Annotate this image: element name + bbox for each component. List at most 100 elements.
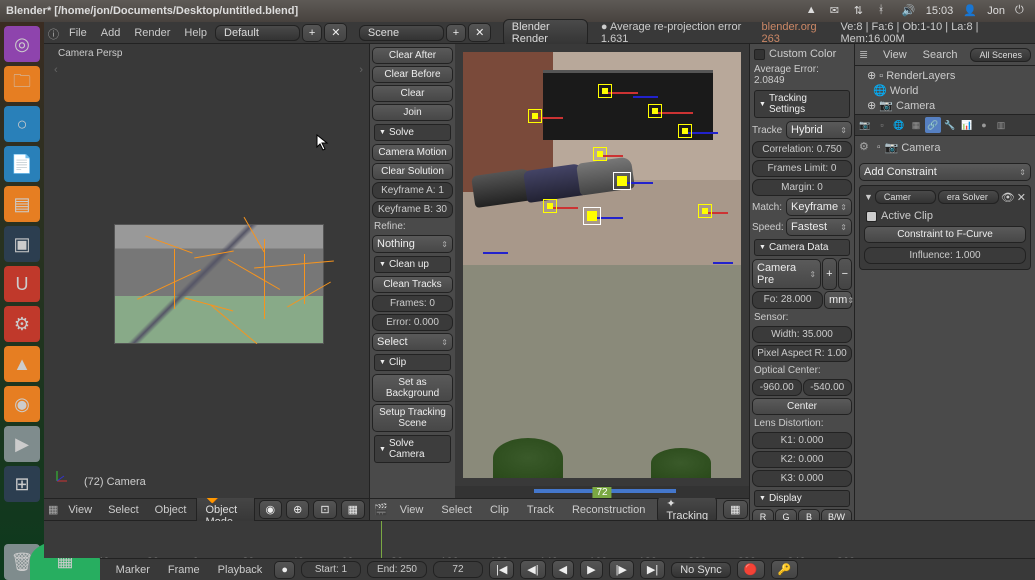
dash-icon[interactable]: ◎ bbox=[4, 26, 40, 62]
chromium-icon[interactable]: ○ bbox=[4, 106, 40, 142]
writer-icon[interactable]: 📄 bbox=[4, 146, 40, 182]
outliner-filter[interactable]: All Scenes bbox=[970, 48, 1031, 62]
clip-section-header[interactable]: Clip bbox=[374, 354, 451, 371]
clip-menu-view[interactable]: View bbox=[394, 502, 430, 518]
track-marker[interactable] bbox=[648, 104, 662, 118]
vp-menu-view[interactable]: View bbox=[62, 502, 98, 518]
match-select[interactable]: Keyframe bbox=[786, 198, 852, 216]
keying-set-button[interactable]: 🔑 bbox=[771, 560, 799, 579]
timeline-menu-playback[interactable]: Playback bbox=[212, 562, 269, 578]
collapse-icon[interactable]: ‹ bbox=[54, 64, 58, 76]
collapse-icon[interactable]: › bbox=[359, 64, 363, 76]
close-icon[interactable]: ✕ bbox=[1017, 191, 1026, 204]
eye-icon[interactable]: 👁 bbox=[1001, 191, 1015, 204]
k3-field[interactable]: K3: 0.000 bbox=[752, 470, 852, 487]
sync-mode-select[interactable]: No Sync bbox=[671, 562, 731, 578]
bluetooth-icon[interactable]: ᚼ bbox=[878, 4, 892, 18]
tab-scene-icon[interactable]: ▫ bbox=[874, 117, 890, 133]
clip-menu-select[interactable]: Select bbox=[435, 502, 478, 518]
preset-add-button[interactable]: + bbox=[822, 258, 836, 290]
constraint-name-field[interactable]: Camer bbox=[875, 190, 936, 204]
layout-remove-button[interactable]: ✕ bbox=[324, 23, 347, 42]
collapse-icon[interactable]: ▼ bbox=[864, 192, 873, 202]
ubuntu-one-icon[interactable]: U bbox=[4, 266, 40, 302]
clip-menu-reconstruction[interactable]: Reconstruction bbox=[566, 502, 651, 518]
layout-add-button[interactable]: + bbox=[302, 24, 322, 42]
pixel-aspect-field[interactable]: Pixel Aspect R: 1.00 bbox=[752, 345, 852, 362]
keyframe-a-field[interactable]: Keyframe A: 1 bbox=[372, 182, 453, 199]
set-background-button[interactable]: Set as Background bbox=[372, 374, 453, 402]
outliner-tree[interactable]: ⊕ ▫ RenderLayers 🌐 World ⊕ 📷 Camera bbox=[855, 66, 1035, 114]
track-marker[interactable] bbox=[593, 147, 607, 161]
setup-tracking-scene-button[interactable]: Setup Tracking Scene bbox=[372, 404, 453, 432]
breadcrumb-object[interactable]: 📷 Camera bbox=[885, 141, 941, 154]
layout-selector[interactable]: Default bbox=[215, 25, 300, 41]
clean-tracks-button[interactable]: Clean Tracks bbox=[372, 276, 453, 293]
play-button[interactable]: ▶ bbox=[580, 560, 602, 579]
editor-type-icon[interactable]: ⚙ bbox=[859, 140, 873, 154]
track-marker[interactable] bbox=[528, 109, 542, 123]
movie-canvas[interactable] bbox=[463, 52, 741, 478]
tab-render-icon[interactable]: 📷 bbox=[857, 117, 873, 133]
custom-color-checkbox[interactable]: Custom Color bbox=[754, 48, 850, 60]
frames-limit-field[interactable]: Frames Limit: 0 bbox=[752, 160, 852, 177]
clear-solution-button[interactable]: Clear Solution bbox=[372, 163, 453, 180]
clip-menu-clip[interactable]: Clip bbox=[484, 502, 515, 518]
constraint-type-field[interactable]: era Solver bbox=[938, 190, 999, 204]
auto-keyframe-button[interactable]: ● bbox=[274, 561, 295, 579]
record-button[interactable]: 🔴 bbox=[737, 560, 765, 579]
channel-b-button[interactable]: B bbox=[798, 509, 820, 520]
volume-icon[interactable]: 🔊 bbox=[902, 4, 916, 18]
outliner-item[interactable]: ⊕ 📷 Camera bbox=[857, 98, 1033, 113]
menu-render[interactable]: Render bbox=[128, 25, 176, 41]
speed-select[interactable]: Fastest bbox=[786, 218, 852, 236]
track-marker[interactable] bbox=[678, 124, 692, 138]
action-select[interactable]: Select bbox=[372, 333, 453, 351]
tab-constraints-icon[interactable]: 🔗 bbox=[925, 117, 941, 133]
sensor-width-field[interactable]: Width: 35.000 bbox=[752, 326, 852, 343]
scene-selector[interactable]: Scene bbox=[359, 25, 444, 41]
k1-field[interactable]: K1: 0.000 bbox=[752, 432, 852, 449]
editor-type-icon[interactable]: ⓘ bbox=[48, 26, 61, 40]
shading-button[interactable]: ◉ bbox=[259, 500, 283, 519]
camera-preset-select[interactable]: Camera Pre bbox=[752, 259, 821, 289]
channel-r-button[interactable]: R bbox=[752, 509, 774, 520]
frames-field[interactable]: Frames: 0 bbox=[372, 295, 453, 312]
add-constraint-select[interactable]: Add Constraint bbox=[859, 163, 1031, 181]
menu-add[interactable]: Add bbox=[95, 25, 127, 41]
engine-selector[interactable]: Blender Render bbox=[503, 19, 588, 47]
clear-before-button[interactable]: Clear Before bbox=[372, 66, 453, 83]
active-clip-checkbox[interactable]: ✓Active Clip bbox=[866, 210, 1024, 222]
end-frame-field[interactable]: End: 250 bbox=[367, 561, 427, 578]
clip-view[interactable]: 72 bbox=[455, 44, 749, 498]
terminal-icon[interactable]: ▣ bbox=[4, 226, 40, 262]
constraint-to-fcurve-button[interactable]: Constraint to F-Curve bbox=[864, 226, 1026, 243]
app-icon[interactable]: ▶ bbox=[4, 426, 40, 462]
power-icon[interactable]: ⏻ bbox=[1015, 4, 1029, 18]
keyframe-next-button[interactable]: |▶ bbox=[609, 560, 634, 579]
clear-after-button[interactable]: Clear After bbox=[372, 47, 453, 64]
join-button[interactable]: Join bbox=[372, 104, 453, 121]
viewport-canvas[interactable]: Camera Persp ‹ › bbox=[44, 44, 369, 498]
refine-select[interactable]: Nothing bbox=[372, 235, 453, 253]
solve-camera-header[interactable]: Solve Camera bbox=[374, 435, 451, 463]
username[interactable]: Jon bbox=[987, 5, 1005, 17]
outliner-item[interactable]: ⊕ ▫ RenderLayers bbox=[857, 68, 1033, 83]
current-frame-field[interactable]: 72 bbox=[433, 561, 483, 578]
k2-field[interactable]: K2: 0.000 bbox=[752, 451, 852, 468]
error-field[interactable]: Error: 0.000 bbox=[372, 314, 453, 331]
tab-world-icon[interactable]: 🌐 bbox=[891, 117, 907, 133]
mail-icon[interactable]: ✉ bbox=[830, 4, 844, 18]
tab-data-icon[interactable]: 📊 bbox=[959, 117, 975, 133]
optical-x-field[interactable]: -960.00 bbox=[752, 379, 802, 396]
track-marker[interactable] bbox=[583, 207, 601, 225]
settings-icon[interactable]: ⚙ bbox=[4, 306, 40, 342]
clock[interactable]: 15:03 bbox=[926, 5, 954, 17]
display-header[interactable]: Display bbox=[754, 490, 850, 507]
clip-menu-track[interactable]: Track bbox=[521, 502, 560, 518]
timeline-menu-marker[interactable]: Marker bbox=[110, 562, 156, 578]
margin-field[interactable]: Margin: 0 bbox=[752, 179, 852, 196]
focal-unit-select[interactable]: mm bbox=[824, 291, 852, 309]
center-button[interactable]: Center bbox=[752, 398, 852, 415]
vp-menu-object[interactable]: Object bbox=[149, 502, 193, 518]
